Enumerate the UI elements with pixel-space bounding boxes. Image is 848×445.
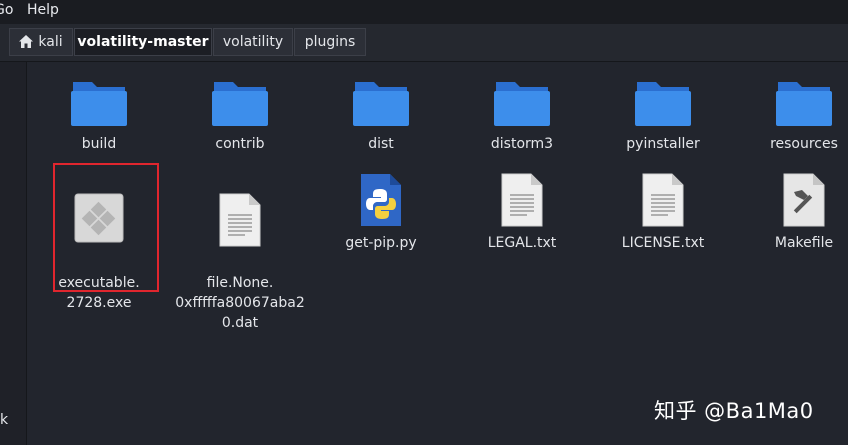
file-item-get-pip[interactable]: get-pip.py [321, 173, 441, 253]
file-item-build[interactable]: build [39, 78, 159, 154]
crumb-kali[interactable]: kali [9, 28, 73, 56]
text-file-icon [642, 173, 684, 227]
folder-icon [494, 82, 550, 126]
text-file-icon [219, 193, 261, 247]
file-item-distorm3[interactable]: distorm3 [462, 78, 582, 154]
crumb-volatility-master-label: volatility-master [77, 34, 209, 50]
folder-icon [353, 82, 409, 126]
file-item-dist[interactable]: dist [321, 78, 441, 154]
file-label: file.None. 0xfffffa80067aba2 0.dat [175, 275, 305, 331]
menu-go[interactable]: Go [0, 2, 13, 18]
crumb-plugins-label: plugins [304, 34, 356, 50]
sidebar[interactable]: k [0, 62, 27, 445]
file-label: LICENSE.txt [621, 235, 705, 251]
menu-help[interactable]: Help [27, 2, 59, 18]
file-item-pyinstaller[interactable]: pyinstaller [603, 78, 723, 154]
python-file-icon [361, 174, 401, 226]
file-item-legal[interactable]: LEGAL.txt [462, 173, 582, 253]
file-item-makefile[interactable]: Makefile [744, 173, 848, 253]
folder-icon [635, 82, 691, 126]
file-label: LEGAL.txt [487, 235, 557, 251]
file-label: get-pip.py [345, 235, 417, 251]
file-item-license[interactable]: LICENSE.txt [603, 173, 723, 253]
crumb-volatility-master[interactable]: volatility-master [74, 28, 212, 56]
file-item-resources[interactable]: resources [744, 78, 848, 154]
file-label: contrib [215, 136, 265, 152]
watermark: 知乎 @Ba1Ma0 [654, 399, 814, 423]
file-item-dat[interactable]: file.None. 0xfffffa80067aba2 0.dat [170, 173, 310, 353]
file-label: dist [368, 136, 394, 152]
folder-icon [776, 82, 832, 126]
crumb-plugins[interactable]: plugins [294, 28, 366, 56]
file-label: pyinstaller [626, 136, 700, 152]
crumb-kali-label: kali [38, 34, 63, 50]
crumb-volatility-label: volatility [222, 34, 284, 50]
makefile-icon [783, 173, 825, 227]
path-bar: kali volatility-master volatility plugin… [0, 24, 848, 62]
file-label: distorm3 [490, 136, 554, 152]
sidebar-partial-label: k [0, 412, 9, 428]
file-item-contrib[interactable]: contrib [180, 78, 300, 154]
crumb-volatility[interactable]: volatility [213, 28, 293, 56]
folder-icon [71, 82, 127, 126]
menubar: Go Help [0, 0, 848, 24]
folder-icon [212, 82, 268, 126]
file-label: build [81, 136, 117, 152]
file-label: Makefile [774, 235, 834, 251]
text-file-icon [501, 173, 543, 227]
file-label: resources [770, 136, 838, 152]
highlight-box [53, 163, 159, 292]
home-icon [19, 31, 34, 57]
